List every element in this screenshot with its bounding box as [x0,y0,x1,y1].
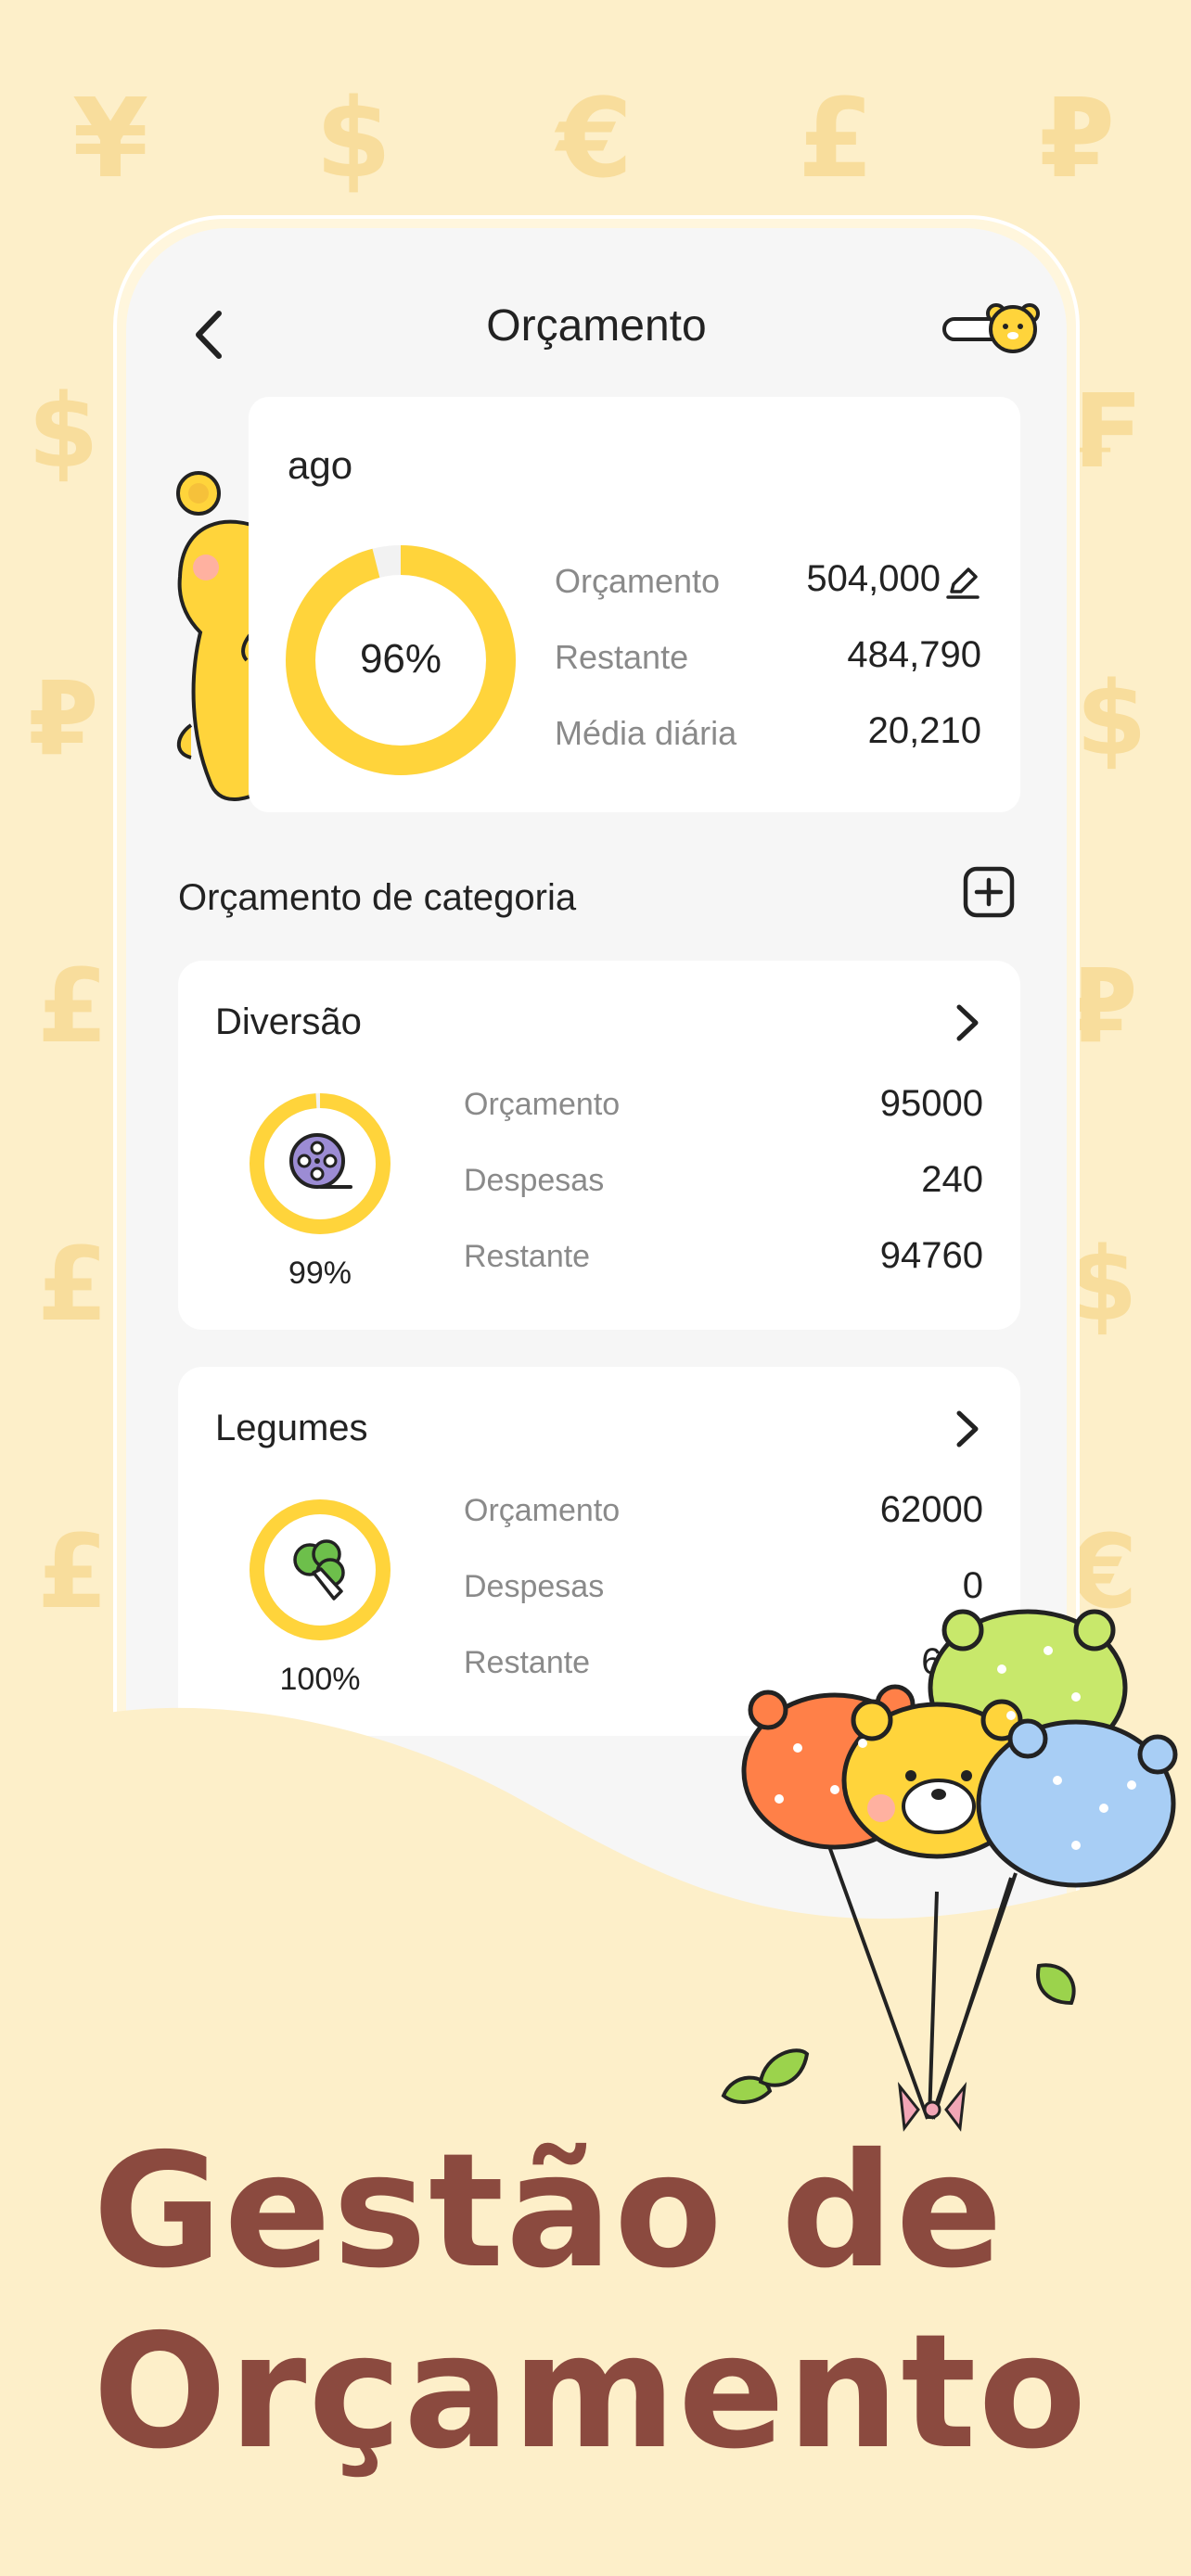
plus-square-icon[interactable] [961,864,1017,920]
bg-currency-symbol: $ [1076,659,1147,778]
category-name: Diversão [215,1001,362,1042]
summary-label: Média diária [555,714,737,752]
category-label: Orçamento [464,1087,621,1122]
summary-value: 484,790 [847,634,981,675]
summary-value: 504,000 [806,558,941,599]
chevron-right-icon[interactable] [950,1404,983,1454]
summary-label: Restante [555,638,689,676]
category-name: Legumes [215,1408,368,1448]
summary-value: 20,210 [867,710,981,751]
category-label: Restante [464,1239,591,1274]
category-label: Orçamento [464,1493,621,1528]
summary-label: Orçamento [555,562,721,600]
category-label: Despesas [464,1163,605,1198]
headline-line-1: Gestão de [93,2120,1005,2303]
bg-currency-symbol: £ [37,1225,109,1344]
film-reel-icon [289,1133,352,1189]
category-label: Restante [464,1645,591,1680]
leaf-decoration [721,2048,810,2104]
category-value: 95000 [879,1083,983,1124]
summary-row-daily-average: Média diária 20,210 [555,707,981,762]
page-title: Orçamento [486,301,707,351]
bg-currency-symbol: $ [315,74,392,202]
category-label: Despesas [464,1569,605,1604]
category-value: 94760 [879,1235,983,1276]
category-row-expenses: Despesas 240 [464,1157,983,1209]
category-row-budget: Orçamento 95000 [464,1081,983,1133]
pencil-icon[interactable] [944,564,981,601]
category-row-remaining: Restante 94760 [464,1233,983,1285]
budget-summary-card[interactable]: ago 96% Orçamento 504,000 Restante 484,7… [249,397,1020,812]
category-value: 240 [921,1159,983,1200]
bg-currency-symbol: ₽ [28,659,99,778]
bg-currency-symbol: £ [37,1512,109,1631]
bg-currency-symbol: £ [798,74,875,202]
bg-currency-symbol: $ [28,372,99,491]
summary-month: ago [288,443,353,487]
leaf-decoration [1036,1963,1076,2006]
category-card-diversao[interactable]: Diversão 99% Orçamento 95000 Despesas 24… [178,961,1020,1330]
chevron-right-icon[interactable] [950,998,983,1048]
headline-line-2: Orçamento [93,2301,1089,2484]
bg-currency-symbol: € [557,74,634,202]
summary-row-remaining: Restante 484,790 [555,631,981,686]
bear-toggle-icon[interactable] [941,300,1043,356]
summary-percent: 96% [359,636,442,682]
bg-currency-symbol: ¥ [72,74,149,202]
category-value: 62000 [879,1489,983,1530]
bg-currency-symbol: ₽ [1039,74,1116,202]
category-row-budget: Orçamento 62000 [464,1487,983,1539]
summary-row-budget: Orçamento 504,000 [555,555,981,610]
category-section-title: Orçamento de categoria [178,877,577,918]
category-percent: 99% [288,1256,352,1291]
vegetable-icon [293,1539,345,1600]
bg-currency-symbol: £ [37,947,109,1065]
